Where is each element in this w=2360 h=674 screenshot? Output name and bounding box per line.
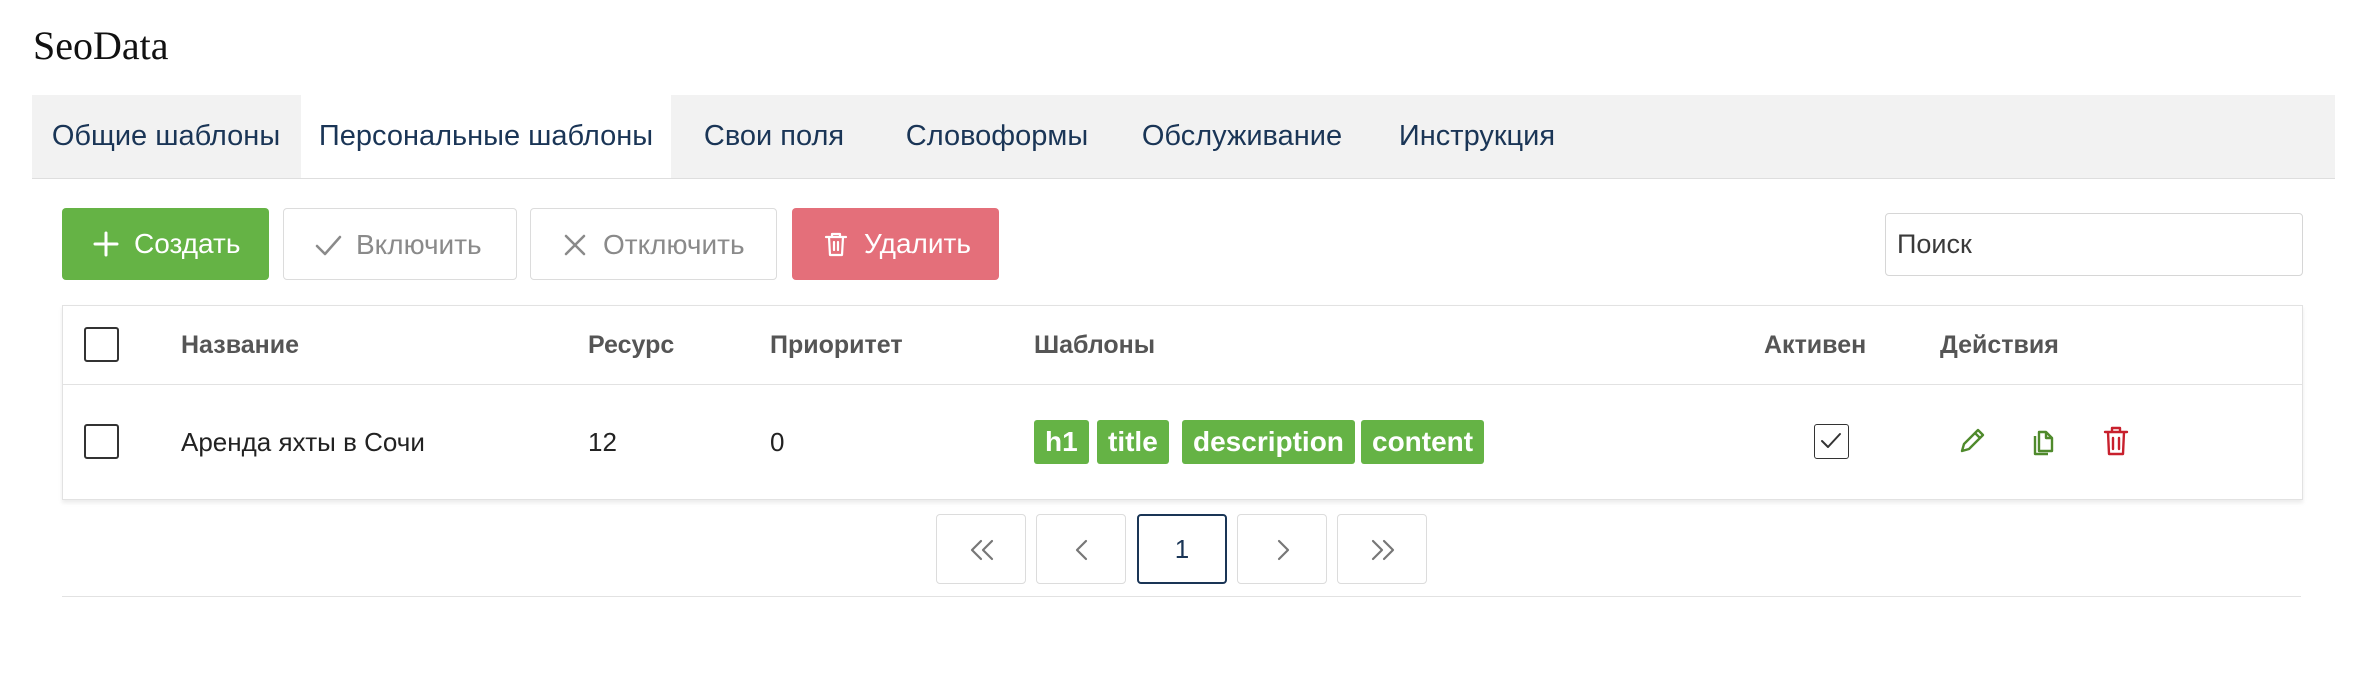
column-header-active[interactable]: Активен: [1764, 306, 1866, 384]
row-resource: 12: [588, 427, 617, 457]
disable-button-label: Отключить: [603, 229, 745, 260]
pagination-prev-button[interactable]: [1036, 514, 1126, 584]
template-tag-h1: h1: [1034, 420, 1089, 464]
pagination-next-button[interactable]: [1237, 514, 1327, 584]
trash-icon: [824, 232, 848, 257]
chevron-left-icon: [1075, 539, 1088, 561]
template-tag-content: content: [1361, 420, 1485, 464]
row-priority: 0: [770, 427, 785, 457]
tab-word-forms[interactable]: Словоформы: [875, 95, 1119, 178]
enable-button[interactable]: Включить: [283, 208, 517, 280]
delete-button-label: Удалить: [864, 228, 971, 259]
delete-button[interactable]: Удалить: [792, 208, 999, 280]
search-input[interactable]: [1885, 213, 2303, 276]
row-name: Аренда яхты в Сочи: [181, 427, 425, 457]
chevrons-left-icon: [970, 539, 994, 561]
column-header-name[interactable]: Название: [181, 306, 299, 384]
pagination-last-button[interactable]: [1337, 514, 1427, 584]
column-header-templates: Шаблоны: [1034, 331, 1156, 359]
tab-instructions[interactable]: Инструкция: [1365, 95, 1589, 178]
table-row: Аренда яхты в Сочи 12 0 h1 title descrip…: [63, 385, 2302, 499]
column-header-priority[interactable]: Приоритет: [770, 306, 903, 384]
table-header: Название Ресурс Приоритет Шаблоны Активе…: [63, 306, 2302, 385]
tabs-bar: Общие шаблоны Персональные шаблоны Свои …: [32, 95, 2335, 179]
templates-table: Название Ресурс Приоритет Шаблоны Активе…: [62, 305, 2303, 500]
check-icon: [315, 235, 342, 256]
tab-maintenance[interactable]: Обслуживание: [1118, 95, 1366, 178]
disable-button[interactable]: Отключить: [530, 208, 777, 280]
pagination-page-button[interactable]: 1: [1137, 514, 1227, 584]
tab-custom-fields[interactable]: Свои поля: [674, 95, 874, 178]
column-header-actions: Действия: [1940, 331, 2059, 359]
page-title: SeoData: [33, 23, 169, 68]
plus-icon: [93, 231, 119, 257]
tab-personal-templates[interactable]: Персональные шаблоны: [301, 95, 671, 178]
create-button-label: Создать: [134, 228, 241, 259]
tab-general-templates[interactable]: Общие шаблоны: [32, 95, 300, 178]
select-all-checkbox[interactable]: [84, 327, 119, 362]
divider: [62, 596, 2301, 597]
trash-icon[interactable]: [2098, 423, 2134, 459]
chevrons-right-icon: [1371, 539, 1395, 561]
pagination-first-button[interactable]: [936, 514, 1026, 584]
edit-pencil-icon[interactable]: [1954, 423, 1990, 459]
enable-button-label: Включить: [356, 229, 482, 260]
column-header-resource[interactable]: Ресурс: [588, 306, 674, 384]
template-tag-description: description: [1182, 420, 1355, 464]
close-icon: [564, 234, 586, 256]
chevron-right-icon: [1277, 539, 1290, 561]
row-select-checkbox[interactable]: [84, 424, 119, 459]
create-button[interactable]: Создать: [62, 208, 269, 280]
copy-icon[interactable]: [2026, 423, 2062, 459]
template-tag-title: title: [1097, 420, 1169, 464]
row-active-checkbox[interactable]: [1814, 424, 1849, 459]
check-icon: [1821, 433, 1841, 448]
